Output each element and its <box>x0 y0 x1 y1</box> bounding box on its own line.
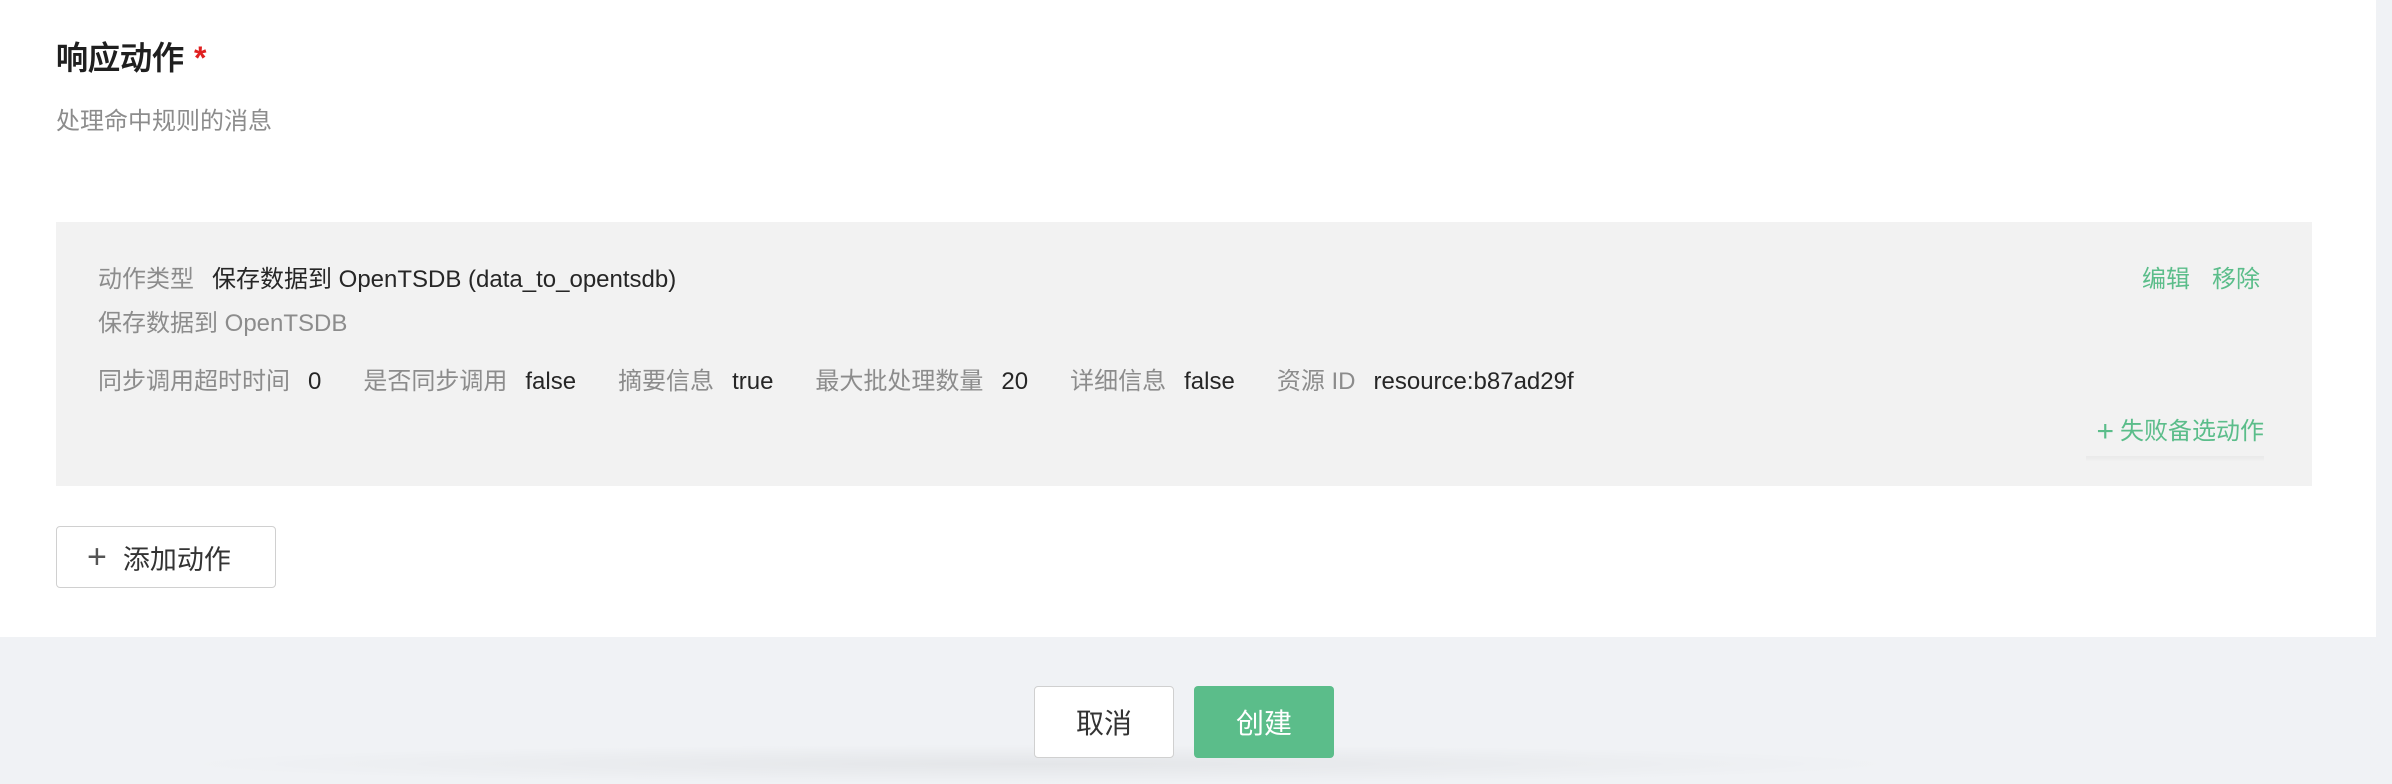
param-label: 同步调用超时时间 <box>98 368 290 395</box>
param-item: 资源 ID resource:b87ad29f <box>1277 366 1574 398</box>
add-fallback-action-link[interactable]: + 失败备选动作 <box>2096 416 2264 448</box>
add-action-button[interactable]: + 添加动作 <box>56 526 276 588</box>
rule-form-card: 响应动作 * 处理命中规则的消息 动作类型 保存数据到 OpenTSDB (data… <box>0 0 2376 637</box>
plus-icon: + <box>2096 415 2114 448</box>
create-button[interactable]: 创建 <box>1194 686 1334 758</box>
param-value: resource:b87ad29f <box>1373 368 1574 395</box>
action-links: 编辑 移除 <box>2142 264 2260 296</box>
param-label: 是否同步调用 <box>363 368 508 395</box>
param-label: 最大批处理数量 <box>815 368 984 395</box>
section-title: 响应动作 * <box>56 38 206 78</box>
section-description: 处理命中规则的消息 <box>56 108 272 135</box>
cancel-button[interactable]: 取消 <box>1034 686 1174 758</box>
action-panel: 动作类型 保存数据到 OpenTSDB (data_to_opentsdb) 保存… <box>56 222 2312 486</box>
param-value: false <box>1184 368 1235 395</box>
param-item: 同步调用超时时间 0 <box>98 366 321 398</box>
param-item: 是否同步调用 false <box>363 366 576 398</box>
fallback-label: 失败备选动作 <box>2120 418 2264 445</box>
action-type-row: 动作类型 保存数据到 OpenTSDB (data_to_opentsdb) <box>98 264 676 296</box>
param-item: 最大批处理数量 20 <box>815 366 1028 398</box>
section-title-text: 响应动作 <box>56 40 185 76</box>
required-mark: * <box>194 40 207 76</box>
add-action-label: 添加动作 <box>122 544 231 575</box>
action-description: 保存数据到 OpenTSDB <box>98 310 348 337</box>
right-gutter <box>2376 0 2392 784</box>
action-type-label: 动作类型 <box>98 266 194 293</box>
remove-action-link[interactable]: 移除 <box>2212 264 2260 296</box>
param-item: 摘要信息 true <box>618 366 773 398</box>
param-label: 资源 ID <box>1276 368 1356 395</box>
param-value: true <box>732 368 774 395</box>
plus-icon: + <box>87 538 107 576</box>
fallback-underline <box>2086 456 2264 462</box>
param-label: 摘要信息 <box>618 368 715 395</box>
action-type-value: 保存数据到 OpenTSDB (data_to_opentsdb) <box>212 266 677 293</box>
param-item: 详细信息 false <box>1070 366 1235 398</box>
param-value: false <box>525 368 577 395</box>
param-label: 详细信息 <box>1070 368 1167 395</box>
action-params: 同步调用超时时间 0 是否同步调用 false 摘要信息 true 最大批处理数量 20… <box>98 366 1616 398</box>
param-value: 0 <box>308 368 322 395</box>
edit-action-link[interactable]: 编辑 <box>2142 264 2190 296</box>
param-value: 20 <box>1001 368 1029 395</box>
